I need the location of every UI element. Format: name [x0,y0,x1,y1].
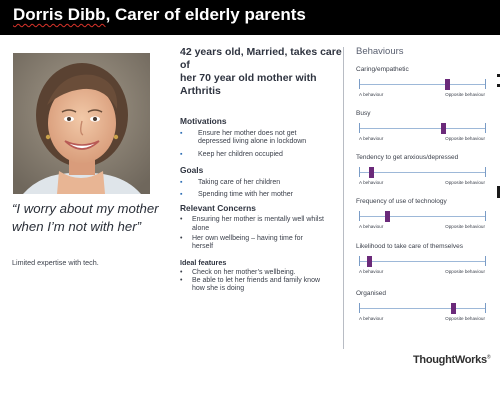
goals-heading: Goals [180,164,204,175]
quote-line-2: when I’m not with her” [12,219,141,234]
motivations-list: Ensure her mother does not getdepressed … [180,130,342,159]
scale-low-label: A behaviour [359,224,384,229]
scale-marker [385,211,391,222]
scale-marker [444,79,450,90]
scale-marker [451,303,456,314]
scale-end-tick [359,256,360,266]
concern-item: Ensuring her mother is mentally well whi… [180,216,342,233]
scale-low-label: A behaviour [359,316,384,321]
persona-name: Dorris Dibb [13,5,106,24]
scale-marker [369,167,375,178]
concerns-list: Ensuring her mother is mentally well whi… [180,216,342,251]
goal-item: Taking care of her children [180,179,342,188]
scale-end-tick [359,167,360,177]
goals-list: Taking care of her children Spending tim… [180,179,342,200]
behaviour-scale: Tendency to get anxious/depressed A behav… [356,154,491,185]
behaviour-label: Busy [356,110,371,117]
scale-low-label: A behaviour [359,136,384,141]
scale-track [359,84,485,85]
scale-track [359,172,485,173]
behaviours-heading: Behaviours [356,46,404,57]
scale-low-label: A behaviour [359,269,384,274]
portrait-image [13,53,150,194]
scale-high-label: Opposite behaviour [445,224,485,229]
scale-end-tick [485,79,486,89]
behaviour-scale: Caring/empathetic A behaviour Opposite beh… [356,66,491,97]
scale-end-tick [359,211,360,221]
ideal-features-heading: Ideal features [180,257,227,267]
persona-photo [13,53,150,194]
behaviours-panel: Behaviours Caring/empathetic A behaviour O… [356,46,491,321]
persona-title: Dorris Dibb, Carer of elderly parents [13,5,306,25]
scale-end-tick [359,79,360,89]
behaviour-scale: Frequency of use of technology A behaviou… [356,198,491,229]
behaviour-label: Tendency to get anxious/depressed [356,154,459,161]
scale-high-label: Opposite behaviour [445,316,485,321]
behaviour-label: Organised [356,290,386,297]
scale-high-label: Opposite behaviour [445,136,485,141]
behaviour-label: Caring/empathetic [356,66,409,73]
title-bar: Dorris Dibb, Carer of elderly parents [0,0,500,35]
summary-line-1: 42 years old, Married, takes care of [180,46,342,71]
scale-marker [366,256,372,267]
scale-end-tick [359,303,360,313]
scale-end-tick [485,123,486,133]
tech-note: Limited expertise with tech. [12,258,99,267]
behaviour-scale: Organised A behaviour Opposite behaviour [356,290,491,321]
scale-end-tick [359,123,360,133]
scale-low-label: A behaviour [359,180,384,185]
scale-high-label: Opposite behaviour [445,180,485,185]
behaviour-scale: Busy A behaviour Opposite behaviour [356,110,491,141]
behaviour-scale: Likelihood to take care of themselves A b… [356,243,491,274]
scale-marker [440,123,446,134]
scale-end-tick [485,211,486,221]
ideal-features-list: Check on her mother’s wellbeing. Be able… [180,269,342,294]
ideal-feature-item: Check on her mother’s wellbeing. [180,269,342,278]
summary-line-2: her 70 year old mother with Arthritis [180,72,317,97]
scale-track [359,128,485,129]
logo-text: ThoughtWorks [413,354,487,366]
scale-track [359,216,485,217]
column-divider [343,47,344,349]
persona-details: 42 years old, Married, takes care of her… [180,46,342,294]
motivation-item: Keep her children occupied [180,151,342,160]
goal-item: Spending time with her mother [180,191,342,200]
thoughtworks-logo: ThoughtWorks® [413,354,491,366]
persona-role: , Carer of elderly parents [105,5,306,24]
scale-low-label: A behaviour [359,92,384,97]
ideal-feature-item: Be able to let her friends and family kn… [180,277,342,294]
scale-track [359,308,485,309]
scale-high-label: Opposite behaviour [445,92,485,97]
motivation-item: Ensure her mother does not getdepressed … [180,130,342,147]
motivations-heading: Motivations [180,116,227,126]
persona-quote: “I worry about my mother when I’m not wi… [12,200,177,236]
scale-high-label: Opposite behaviour [445,269,485,274]
quote-line-1: “I worry about my mother [12,201,159,216]
concern-item: Her own wellbeing – having time forherse… [180,235,342,252]
logo-mark: ® [486,354,491,361]
behaviour-label: Likelihood to take care of themselves [356,243,463,250]
scale-end-tick [485,303,486,313]
scale-end-tick [485,256,486,266]
scale-track [359,261,485,262]
behaviour-label: Frequency of use of technology [356,198,447,205]
concerns-heading: Relevant Concerns [180,203,256,214]
scale-end-tick [485,167,486,177]
